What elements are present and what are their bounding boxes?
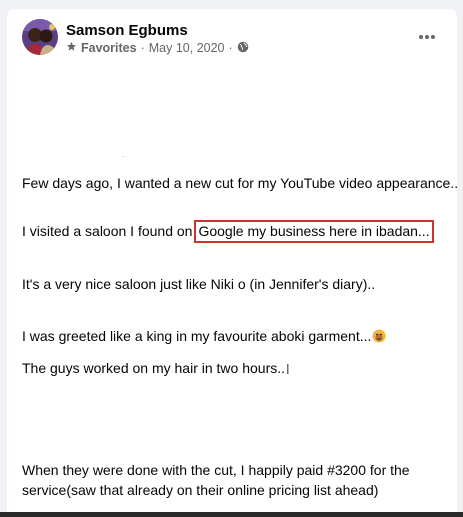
post-paragraph-6: When they were done with the cut, I happ… xyxy=(22,462,410,498)
meta-separator: · xyxy=(228,41,233,55)
page: Samson Egbums Favorites · May 10, 2020 · xyxy=(0,0,463,517)
avatar-image xyxy=(22,19,58,55)
post-paragraph-4: I was greeted like a king in my favourit… xyxy=(22,327,386,347)
meta-separator: · xyxy=(140,41,145,55)
post-date[interactable]: May 10, 2020 xyxy=(149,41,225,55)
more-options-button[interactable] xyxy=(411,25,443,49)
emoji-face-icon xyxy=(372,329,386,347)
star-icon xyxy=(66,41,77,55)
post-card: Samson Egbums Favorites · May 10, 2020 · xyxy=(7,9,459,517)
post-paragraph-3: It's a very nice saloon just like Niki o… xyxy=(22,276,376,292)
paragraph-2-text: I visited a saloon I found on xyxy=(22,223,193,239)
highlighted-text: Google my business here in ibadan... xyxy=(194,220,434,243)
post-paragraph-2: I visited a saloon I found on Google my b… xyxy=(22,220,434,243)
post-meta: Favorites · May 10, 2020 · xyxy=(66,40,249,56)
globe-icon[interactable] xyxy=(237,41,249,56)
audience-label[interactable]: Favorites xyxy=(81,41,137,55)
stray-mark xyxy=(123,156,124,157)
more-options-icon xyxy=(419,35,435,39)
emoji-icon xyxy=(286,361,290,379)
bottom-edge-bar xyxy=(0,512,463,517)
post-paragraph-5: The guys worked on my hair in two hours.… xyxy=(22,359,290,379)
author-name[interactable]: Samson Egbums xyxy=(66,22,188,39)
post-paragraph-1: Few days ago, I wanted a new cut for my … xyxy=(22,175,459,191)
avatar[interactable] xyxy=(22,19,58,55)
paragraph-5-text: The guys worked on my hair in two hours.… xyxy=(22,360,286,376)
paragraph-4-text: I was greeted like a king in my favourit… xyxy=(22,328,372,344)
